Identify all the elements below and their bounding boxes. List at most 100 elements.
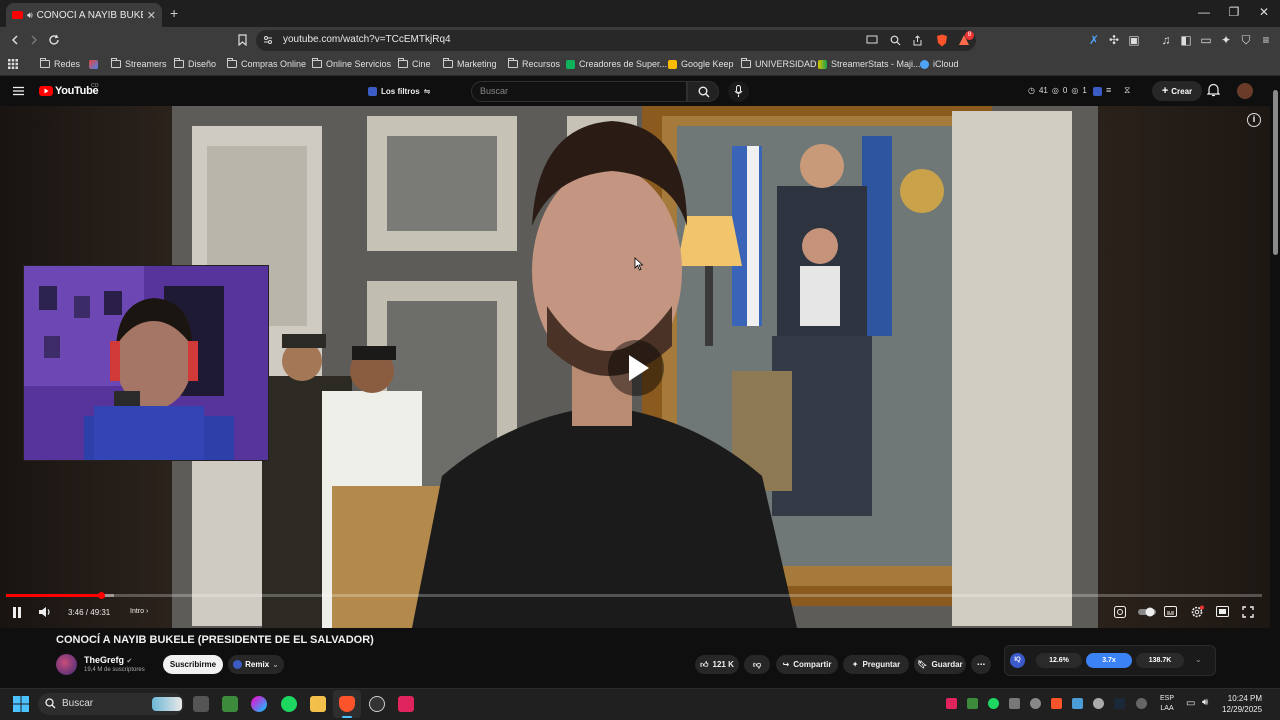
- channel-name[interactable]: TheGrefg ✔: [84, 655, 132, 665]
- hourglass-icon[interactable]: ⧖: [1124, 85, 1130, 96]
- network-icon[interactable]: ▭: [1186, 698, 1195, 709]
- play-button[interactable]: [608, 340, 664, 396]
- share-page-icon[interactable]: [909, 32, 925, 48]
- media-control-icon[interactable]: ♫: [1158, 32, 1174, 48]
- back-icon[interactable]: [7, 32, 23, 48]
- bookmark-marketing[interactable]: Marketing: [443, 57, 497, 71]
- extension-q-icon[interactable]: [1093, 87, 1102, 96]
- settings-gear-icon[interactable]: [1190, 605, 1204, 619]
- bookmark-redes[interactable]: Redes: [40, 57, 80, 71]
- dislike-button[interactable]: 👎︎: [744, 655, 770, 674]
- fullscreen-icon[interactable]: [1242, 606, 1254, 618]
- bookmark-gmail[interactable]: [89, 57, 98, 71]
- channel-avatar[interactable]: [56, 654, 77, 675]
- translate-extension-icon[interactable]: ✗: [1086, 32, 1102, 48]
- share-button[interactable]: ↪ Compartir: [776, 655, 838, 674]
- tab-close-icon[interactable]: ✕: [147, 9, 156, 22]
- user-avatar[interactable]: [1237, 83, 1253, 99]
- leo-ai-icon[interactable]: ✦: [1218, 32, 1234, 48]
- chatgpt-app-icon[interactable]: [251, 696, 267, 712]
- notifications-bell-icon[interactable]: [1207, 83, 1220, 97]
- progress-scrubber[interactable]: [97, 592, 105, 599]
- ask-button[interactable]: ✦ Preguntar: [843, 655, 909, 674]
- bookmark-universidad[interactable]: UNIVERSIDAD: [741, 57, 817, 71]
- filters-button[interactable]: Los filtros ⇋: [362, 83, 436, 100]
- tray-settings-icon[interactable]: [1093, 698, 1104, 709]
- cast-icon[interactable]: [864, 32, 880, 48]
- list-icon[interactable]: ≡: [1106, 85, 1111, 95]
- like-button[interactable]: 👍︎ 121 K: [695, 655, 739, 674]
- bookmark-icon[interactable]: [234, 32, 250, 48]
- menu-icon[interactable]: ≡: [1258, 32, 1274, 48]
- hamburger-menu-icon[interactable]: [13, 86, 24, 96]
- theater-mode-icon[interactable]: [1216, 606, 1229, 617]
- restore-button[interactable]: ❐: [1224, 5, 1244, 19]
- spotify-icon[interactable]: [281, 696, 297, 712]
- bookmark-compras-online[interactable]: Compras Online: [227, 57, 306, 71]
- bookmark-diseno[interactable]: Diseño: [174, 57, 216, 71]
- subtitles-icon[interactable]: [1164, 606, 1177, 617]
- language-indicator[interactable]: ESP LAA: [1160, 694, 1174, 714]
- minecraft-icon[interactable]: [222, 696, 238, 712]
- extension-q-player-icon[interactable]: [1114, 606, 1126, 618]
- chapter-button[interactable]: Intro ›: [130, 608, 148, 615]
- counters-extension[interactable]: ◷ 41 ◎ 0 ◎ 1: [1028, 86, 1087, 95]
- search-button[interactable]: [687, 81, 719, 102]
- tray-app-icon[interactable]: [1009, 698, 1020, 709]
- screenshot-extension-icon[interactable]: ▣: [1126, 32, 1142, 48]
- zoom-icon[interactable]: [887, 32, 903, 48]
- wallet-icon[interactable]: ▭: [1198, 32, 1214, 48]
- obs-icon[interactable]: [369, 696, 385, 712]
- more-actions-button[interactable]: ⋯: [971, 655, 991, 674]
- apps-grid-icon[interactable]: [8, 57, 18, 71]
- browser-tab[interactable]: 🔊︎ CONOCÍ A NAYIB BUKELE (PR ✕: [6, 3, 162, 27]
- url-text[interactable]: youtube.com/watch?v=TCcEMTkjRq4: [283, 34, 451, 45]
- bookmark-online-servicios[interactable]: Online Servicios: [312, 57, 391, 71]
- stats-chevron-down-icon[interactable]: ⌄: [1195, 655, 1202, 664]
- scrollbar-thumb[interactable]: [1273, 90, 1278, 255]
- bookmark-streamers[interactable]: Streamers: [111, 57, 167, 71]
- subscribe-button[interactable]: Suscribirme: [163, 655, 223, 674]
- bookmark-icloud[interactable]: iCloud: [920, 57, 959, 71]
- reload-icon[interactable]: [46, 32, 62, 48]
- tray-brave-icon[interactable]: [1051, 698, 1062, 709]
- volume-icon[interactable]: [38, 606, 52, 618]
- minimize-button[interactable]: —: [1194, 5, 1214, 19]
- new-tab-button[interactable]: +: [170, 5, 178, 21]
- voice-search-icon[interactable]: [728, 81, 749, 102]
- volume-tray-icon[interactable]: 🔊︎: [1202, 697, 1208, 708]
- tray-chatgpt-icon[interactable]: [1030, 698, 1041, 709]
- tray-spotify-icon[interactable]: [988, 698, 999, 709]
- tray-cloud-icon[interactable]: [1072, 698, 1083, 709]
- bookmark-cine[interactable]: Cine: [398, 57, 431, 71]
- vpn-shield-icon[interactable]: ⛉: [1238, 32, 1254, 48]
- windows-start-icon[interactable]: [13, 696, 29, 712]
- extensions-icon[interactable]: ✣: [1106, 32, 1122, 48]
- site-info-icon[interactable]: [260, 32, 276, 48]
- task-view-icon[interactable]: [193, 696, 209, 712]
- stats-extension-icon[interactable]: IQ: [1010, 653, 1025, 668]
- video-info-icon[interactable]: i: [1247, 113, 1261, 127]
- remix-button[interactable]: Remix ⌄: [228, 655, 284, 674]
- save-button[interactable]: 🔖︎ Guardar: [914, 655, 966, 674]
- create-button[interactable]: + Crear: [1152, 81, 1202, 101]
- file-explorer-icon[interactable]: [310, 696, 326, 712]
- tray-mic-icon[interactable]: [1136, 698, 1147, 709]
- pause-icon[interactable]: [12, 607, 22, 618]
- bookmark-creadores[interactable]: Creadores de Super...: [566, 57, 667, 71]
- tray-nvidia-icon[interactable]: [967, 698, 978, 709]
- sidebar-icon[interactable]: ◧: [1178, 32, 1194, 48]
- youtube-logo-icon[interactable]: [39, 86, 53, 96]
- system-clock[interactable]: 10:24 PM 12/29/2025: [1222, 693, 1262, 715]
- bookmark-recursos[interactable]: Recursos: [508, 57, 560, 71]
- brave-shields-icon[interactable]: [934, 32, 950, 48]
- tray-steam-icon[interactable]: [1114, 698, 1125, 709]
- bookmark-streamerstats[interactable]: StreamerStats - Maji...: [818, 57, 921, 71]
- bookmark-google-keep[interactable]: Google Keep: [668, 57, 734, 71]
- autoplay-toggle[interactable]: [1138, 607, 1156, 617]
- close-window-button[interactable]: ✕: [1254, 5, 1274, 19]
- tiktok-live-icon[interactable]: [398, 696, 414, 712]
- progress-track[interactable]: [6, 594, 1262, 597]
- brave-icon[interactable]: [339, 696, 355, 712]
- tray-tiktok-icon[interactable]: [946, 698, 957, 709]
